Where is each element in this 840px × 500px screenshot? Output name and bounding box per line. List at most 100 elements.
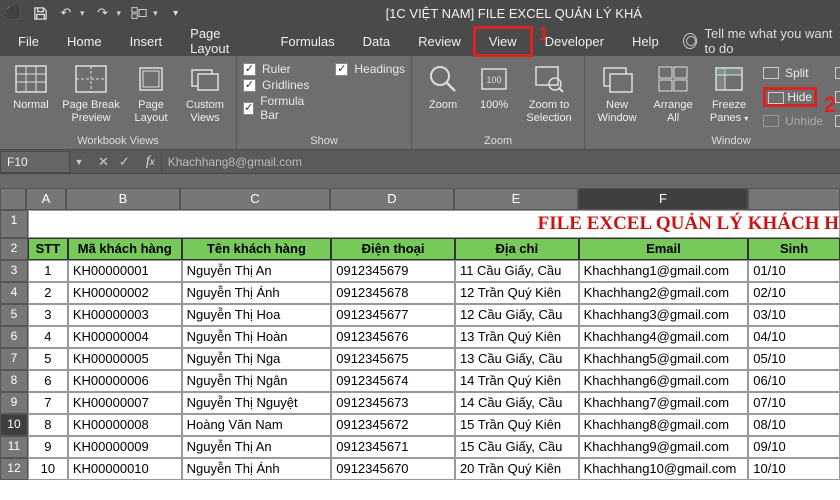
table-header-cell[interactable]: Địa chỉ [455,238,579,260]
cell[interactable]: 20 Trần Quý Kiên [455,458,579,480]
row-header[interactable]: 7 [0,348,28,370]
cell[interactable]: Nguyễn Thị Ánh [182,458,332,480]
ruler-checkbox[interactable]: ✓Ruler [243,62,309,76]
cell[interactable]: 6 [28,370,68,392]
undo-icon[interactable]: ↶ [58,5,74,21]
table-header-cell[interactable]: STT [28,238,68,260]
enter-formula-icon[interactable]: ✓ [119,154,130,170]
cell[interactable]: 11 Cầu Giấy, Cầu [455,260,579,282]
name-box[interactable]: F10 [0,151,70,173]
cell[interactable]: 04/10 [748,326,840,348]
cell[interactable]: Nguyễn Thị Hoàn [182,326,332,348]
cell[interactable]: 15 Cầu Giấy, Cầu [455,436,579,458]
cell[interactable]: 2 [28,282,68,304]
table-header-cell[interactable]: Mã khách hàng [68,238,182,260]
row-header[interactable]: 6 [0,326,28,348]
cell[interactable]: Khachhang2@gmail.com [579,282,749,304]
tab-developer[interactable]: Developer [531,28,618,55]
headings-checkbox[interactable]: ✓Headings [335,62,405,76]
cell[interactable]: 0912345674 [331,370,455,392]
cell[interactable]: 0912345670 [331,458,455,480]
zoom-button[interactable]: Zoom [418,60,468,112]
view-side-by-side-button[interactable] [835,62,840,84]
cell[interactable]: 12 Cầu Giấy, Cầu [455,304,579,326]
new-window-button[interactable]: New Window [591,60,643,124]
tab-help[interactable]: Help [618,28,673,55]
qat-customize-icon[interactable]: ▾ [168,5,184,21]
save-icon[interactable] [32,5,48,21]
cell[interactable]: Nguyễn Thị Nga [182,348,332,370]
select-all-corner[interactable] [0,188,26,210]
row-header[interactable]: 12 [0,458,28,480]
cell[interactable]: KH00000008 [68,414,182,436]
tab-formulas[interactable]: Formulas [266,28,348,55]
name-box-dropdown-icon[interactable]: ▼ [70,157,88,167]
tab-insert[interactable]: Insert [116,28,177,55]
cell[interactable]: Khachhang8@gmail.com [579,414,749,436]
sheet-title-cell[interactable]: FILE EXCEL QUẢN LÝ KHÁCH H [28,210,840,238]
row-header[interactable]: 3 [0,260,28,282]
row-header[interactable]: 5 [0,304,28,326]
cell[interactable]: Khachhang3@gmail.com [579,304,749,326]
cell[interactable]: KH00000007 [68,392,182,414]
cell[interactable]: Khachhang1@gmail.com [579,260,749,282]
tab-view[interactable]: View 1 [475,28,531,55]
cell[interactable]: KH00000004 [68,326,182,348]
cell[interactable]: 8 [28,414,68,436]
tell-me-search[interactable]: Tell me what you want to do [683,26,840,56]
tab-review[interactable]: Review [404,28,475,55]
cell[interactable]: 10/10 [748,458,840,480]
cell[interactable]: 0912345671 [331,436,455,458]
zoom-100-button[interactable]: 100 100% [472,60,516,112]
cell[interactable]: 0912345678 [331,282,455,304]
column-header[interactable]: D [330,188,454,210]
column-header[interactable]: C [180,188,330,210]
page-break-preview-button[interactable]: Page Break Preview [60,60,122,124]
table-header-cell[interactable]: Tên khách hàng [182,238,332,260]
cell[interactable]: 13 Cầu Giấy, Cầu [455,348,579,370]
row-header[interactable]: 10 [0,414,28,436]
normal-view-button[interactable]: Normal [6,60,56,112]
cell[interactable]: 3 [28,304,68,326]
cell[interactable]: 4 [28,326,68,348]
cell[interactable]: KH00000005 [68,348,182,370]
column-header[interactable] [748,188,840,210]
freeze-panes-button[interactable]: Freeze Panes ▾ [703,60,755,124]
cell[interactable]: KH00000010 [68,458,182,480]
cell[interactable]: KH00000001 [68,260,182,282]
cell[interactable]: 7 [28,392,68,414]
cell[interactable]: 07/10 [748,392,840,414]
cell[interactable]: 10 [28,458,68,480]
cell[interactable]: 0912345676 [331,326,455,348]
autosave-toggle-icon[interactable]: ⬛ [6,5,22,21]
zoom-selection-button[interactable]: Zoom to Selection [520,60,578,124]
cell[interactable]: 03/10 [748,304,840,326]
tab-data[interactable]: Data [349,28,404,55]
undo-dropdown-icon[interactable]: ▾ [80,8,85,19]
cell[interactable]: 01/10 [748,260,840,282]
cell[interactable]: Nguyễn Thị An [182,260,332,282]
cell[interactable]: KH00000006 [68,370,182,392]
tab-page-layout[interactable]: Page Layout [176,20,266,62]
cell[interactable]: 14 Cầu Giấy, Cầu [455,392,579,414]
row-header[interactable]: 1 [0,210,28,238]
column-header[interactable]: A [26,188,66,210]
cell[interactable]: 05/10 [748,348,840,370]
tab-home[interactable]: Home [53,28,116,55]
split-button[interactable]: Split [763,62,823,84]
cell[interactable]: 0912345677 [331,304,455,326]
cell[interactable]: Nguyễn Thị Hoa [182,304,332,326]
cell[interactable]: 0912345679 [331,260,455,282]
redo-dropdown-icon[interactable]: ▾ [117,8,122,19]
gridlines-checkbox[interactable]: ✓Gridlines [243,78,309,92]
formula-bar-checkbox[interactable]: ✓Formula Bar [243,94,309,122]
cell[interactable]: 13 Trần Quý Kiên [455,326,579,348]
cell[interactable]: Khachhang4@gmail.com [579,326,749,348]
cell[interactable]: 06/10 [748,370,840,392]
spreadsheet-grid[interactable]: ABCDEF 1FILE EXCEL QUẢN LÝ KHÁCH H2STTMã… [0,174,840,500]
cell[interactable]: Khachhang10@gmail.com [579,458,749,480]
row-header[interactable]: 9 [0,392,28,414]
cell[interactable]: Khachhang7@gmail.com [579,392,749,414]
cell[interactable]: 0912345673 [331,392,455,414]
hide-button[interactable]: Hide 2 [763,86,823,108]
